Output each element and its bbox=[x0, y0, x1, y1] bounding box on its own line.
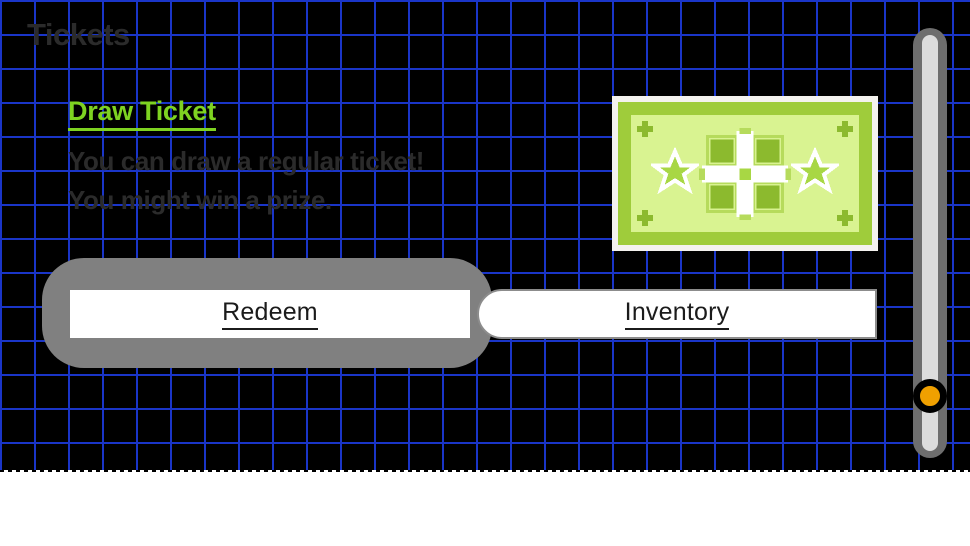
star-icon bbox=[788, 145, 842, 200]
redeem-button-label: Redeem bbox=[222, 298, 318, 330]
draw-ticket-image bbox=[612, 96, 878, 251]
star-icon bbox=[648, 145, 702, 200]
plus-icon bbox=[637, 121, 653, 137]
plus-icon bbox=[837, 210, 853, 226]
inventory-button-label: Inventory bbox=[624, 298, 730, 330]
section-description: You can draw a regular ticket! You might… bbox=[68, 146, 424, 215]
ticket-field bbox=[631, 115, 859, 232]
sparkle-icon bbox=[699, 127, 791, 220]
slider-thumb[interactable] bbox=[913, 379, 947, 413]
section-title-draw-ticket: Draw Ticket bbox=[68, 96, 216, 132]
plus-icon bbox=[837, 121, 853, 137]
ticket-border bbox=[618, 102, 872, 245]
inventory-button[interactable]: Inventory bbox=[477, 289, 877, 339]
app-screen: Tickets Draw Ticket You can draw a regul… bbox=[0, 0, 970, 546]
page-title: Tickets bbox=[27, 17, 130, 52]
bottom-bar: Back bbox=[0, 472, 970, 546]
redeem-button[interactable]: Redeem bbox=[70, 290, 470, 338]
grid-background-panel: Tickets Draw Ticket You can draw a regul… bbox=[0, 0, 970, 472]
vertical-scroll-slider[interactable] bbox=[913, 28, 947, 458]
plus-icon bbox=[637, 210, 653, 226]
